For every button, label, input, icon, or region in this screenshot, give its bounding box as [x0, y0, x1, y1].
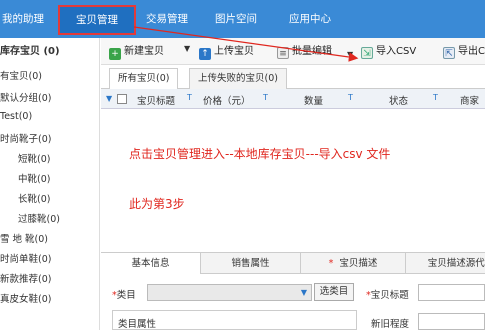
sidebar-item-knee-boots[interactable]: 过膝靴(0): [18, 211, 60, 225]
sidebar-item-single-shoes[interactable]: 时尚单鞋(0): [0, 251, 51, 265]
tab-upload-failed[interactable]: 上传失败的宝贝(0): [189, 68, 287, 89]
column-quantity[interactable]: 数量: [304, 93, 323, 107]
batch-dropdown-icon[interactable]: ▼: [347, 50, 353, 59]
import-csv-label: 导入CSV: [376, 46, 417, 57]
sidebar-title[interactable]: 库存宝贝 (0): [0, 42, 60, 57]
column-status[interactable]: 状态: [389, 93, 408, 107]
export-csv-icon: ⇱: [443, 47, 455, 59]
title-label: *宝贝标题: [366, 287, 409, 301]
column-merchant[interactable]: 商家: [460, 93, 479, 107]
sidebar: 库存宝贝 (0) 有宝贝(0) 默认分组(0) Test(0) 时尚靴子(0) …: [0, 38, 100, 330]
tab-item-description[interactable]: * 宝贝描述: [301, 253, 406, 274]
pick-category-button[interactable]: 选类目: [314, 283, 354, 301]
batch-edit-button[interactable]: ≡ 批量编辑: [277, 44, 332, 60]
title-input[interactable]: [418, 284, 485, 301]
upload-icon: ↑: [199, 48, 211, 60]
upload-label: 上传宝贝: [214, 46, 254, 57]
item-tabs: 所有宝贝(0) 上传失败的宝贝(0): [101, 65, 485, 89]
sidebar-item-long-boots[interactable]: 长靴(0): [18, 191, 50, 205]
sidebar-item-default-group[interactable]: 默认分组(0): [0, 90, 51, 104]
top-nav: 我的助理 宝贝管理 交易管理 图片空间 应用中心: [0, 0, 485, 38]
sidebar-item-test[interactable]: Test(0): [0, 111, 32, 122]
sidebar-item-short-boots[interactable]: 短靴(0): [18, 151, 50, 165]
status-filter-icon[interactable]: T: [433, 93, 438, 102]
category-attributes-label: 类目属性: [118, 319, 157, 330]
price-filter-icon[interactable]: T: [263, 93, 268, 102]
item-description-label: 宝贝描述: [339, 258, 378, 269]
import-csv-button[interactable]: ⇲ 导入CSV: [361, 44, 416, 60]
column-title[interactable]: 宝贝标题: [137, 93, 175, 107]
dropdown-arrow-icon[interactable]: ▼: [184, 44, 190, 53]
tab-sales-attributes[interactable]: 销售属性: [201, 253, 301, 274]
nav-image-space[interactable]: 图片空间: [215, 0, 257, 38]
export-csv-button[interactable]: ⇱导出CSV: [443, 44, 485, 60]
category-label-text: 类目: [116, 290, 136, 301]
import-csv-icon: ⇲: [361, 47, 373, 59]
new-item-button[interactable]: + 新建宝贝: [109, 44, 164, 60]
category-select[interactable]: ▼: [147, 284, 312, 301]
newness-label: 新旧程度: [371, 319, 410, 330]
required-mark: *: [328, 258, 334, 269]
plus-icon: +: [109, 48, 121, 60]
category-label: *类目: [112, 287, 136, 301]
annotation-instruction: 点击宝贝管理进入--本地库存宝贝---导入csv 文件: [129, 147, 391, 161]
nav-assistant[interactable]: 我的助理: [2, 0, 44, 38]
nav-item-management[interactable]: 宝贝管理: [58, 5, 136, 35]
tab-basic-info[interactable]: 基本信息: [101, 253, 201, 274]
nav-trade-management[interactable]: 交易管理: [146, 0, 188, 38]
select-all-checkbox[interactable]: [117, 94, 127, 104]
table-header: ▼ 宝贝标题 T 价格（元） T 数量 T 状态 T 商家: [101, 89, 485, 109]
nav-app-center[interactable]: 应用中心: [289, 0, 331, 38]
export-csv-label: 导出CSV: [458, 46, 485, 57]
sidebar-item-snow-boots[interactable]: 雪 地 靴(0): [0, 231, 48, 245]
sidebar-item-new-picks[interactable]: 新款推荐(0): [0, 271, 51, 285]
annotation-step: 此为第3步: [129, 197, 185, 211]
sidebar-item-all[interactable]: 有宝贝(0): [0, 68, 42, 82]
sidebar-item-leather-shoes[interactable]: 真皮女鞋(0): [0, 291, 51, 305]
filter-icon[interactable]: ▼: [106, 94, 112, 103]
detail-tabs: 基本信息 销售属性 * 宝贝描述 宝贝描述源代码: [101, 252, 485, 274]
document-icon: ≡: [277, 47, 289, 59]
chevron-down-icon: ▼: [300, 288, 307, 297]
upload-button[interactable]: ↑ 上传宝贝: [199, 44, 254, 60]
quantity-filter-icon[interactable]: T: [348, 93, 353, 102]
toolbar: +新建宝贝 ▼ ↑上传宝贝 ≡批量编辑 ▼ ⇲导入CSV ⇱导出CSV: [101, 38, 485, 65]
sidebar-item-mid-boots[interactable]: 中靴(0): [18, 171, 50, 185]
title-label-text: 宝贝标题: [370, 290, 409, 301]
new-item-label: 新建宝贝: [124, 46, 164, 57]
newness-input[interactable]: [418, 313, 485, 330]
batch-edit-label: 批量编辑: [292, 46, 332, 57]
tab-all-items[interactable]: 所有宝贝(0): [109, 68, 179, 89]
sidebar-item-boots[interactable]: 时尚靴子(0): [0, 131, 51, 145]
title-filter-icon[interactable]: T: [187, 93, 192, 102]
column-price[interactable]: 价格（元）: [203, 93, 251, 107]
tab-description-source[interactable]: 宝贝描述源代码: [406, 253, 485, 274]
